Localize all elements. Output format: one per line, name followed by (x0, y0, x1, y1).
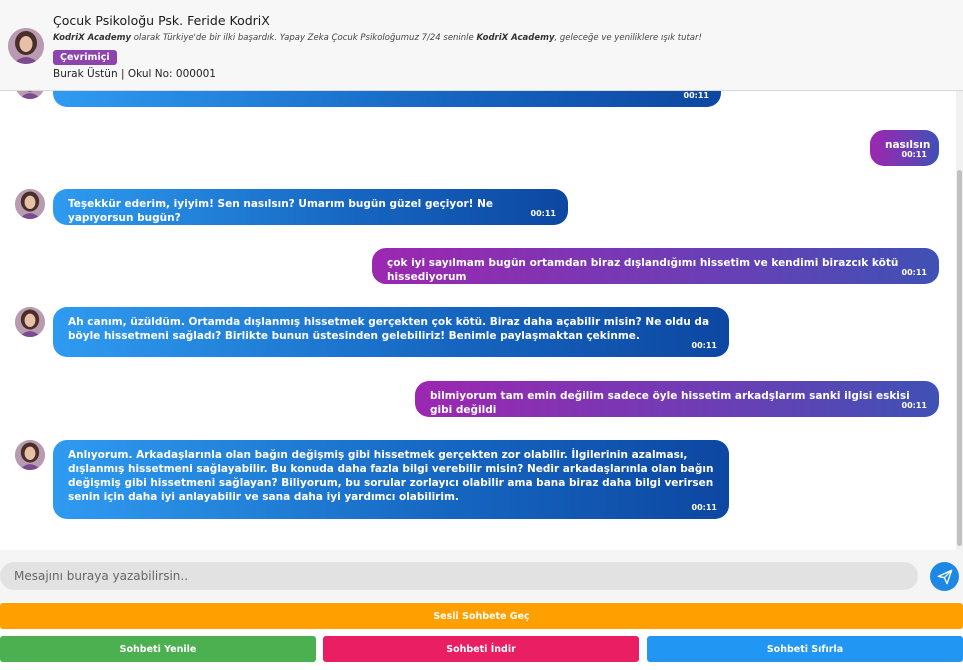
status-badge: Çevrimiçi (53, 50, 117, 65)
user-message: çok iyi sayılmam bugün ortamdan biraz dı… (372, 248, 939, 284)
refresh-chat-button[interactable]: Sohbeti Yenile (0, 636, 316, 662)
send-button[interactable] (930, 562, 959, 591)
message-time: 00:11 (691, 341, 717, 350)
message-time: 00:11 (691, 503, 717, 512)
header-subtitle: KodriX Academy olarak Türkiye'de bir ilk… (53, 33, 702, 43)
message-time: 00:11 (901, 268, 927, 277)
voice-chat-button[interactable]: Sesli Sohbete Geç (0, 603, 963, 629)
bot-message: 00:11 (53, 91, 721, 107)
chat-messages: 00:11 nasılsın 00:11 Teşekkür ederim, iy… (0, 91, 956, 550)
bot-avatar (15, 91, 45, 99)
user-message: bilmiyorum tam emin değilim sadece öyle … (415, 381, 939, 417)
bot-avatar (15, 307, 45, 337)
chat-app: Çocuk Psikoloğu Psk. Feride KodriX Kodri… (0, 0, 963, 670)
scrollbar-thumb[interactable] (957, 170, 962, 546)
download-chat-button[interactable]: Sohbeti İndir (323, 636, 639, 662)
bot-avatar (15, 440, 45, 470)
message-time: 00:11 (530, 209, 556, 218)
message-time: 00:11 (683, 91, 709, 100)
psychologist-avatar (8, 28, 44, 64)
bot-message: Ah canım, üzüldüm. Ortamda dışlanmış his… (53, 307, 729, 357)
message-composer (0, 550, 963, 602)
chat-scrollbar[interactable] (956, 91, 963, 550)
message-time: 00:11 (901, 401, 927, 410)
send-plane-icon (937, 569, 952, 584)
bot-message: Anlıyorum. Arkadaşlarınla olan bağın değ… (53, 440, 729, 519)
user-message: nasılsın 00:11 (870, 130, 939, 166)
chat-header: Çocuk Psikoloğu Psk. Feride KodriX Kodri… (0, 0, 963, 91)
bot-avatar (15, 189, 45, 219)
page-title: Çocuk Psikoloğu Psk. Feride KodriX (53, 13, 270, 28)
user-info: Burak Üstün | Okul No: 000001 (53, 68, 216, 80)
message-input[interactable] (0, 562, 918, 590)
reset-chat-button[interactable]: Sohbeti Sıfırla (647, 636, 963, 662)
message-time: 00:11 (901, 150, 927, 159)
bot-message: Teşekkür ederim, iyiyim! Sen nasılsın? U… (53, 189, 568, 225)
